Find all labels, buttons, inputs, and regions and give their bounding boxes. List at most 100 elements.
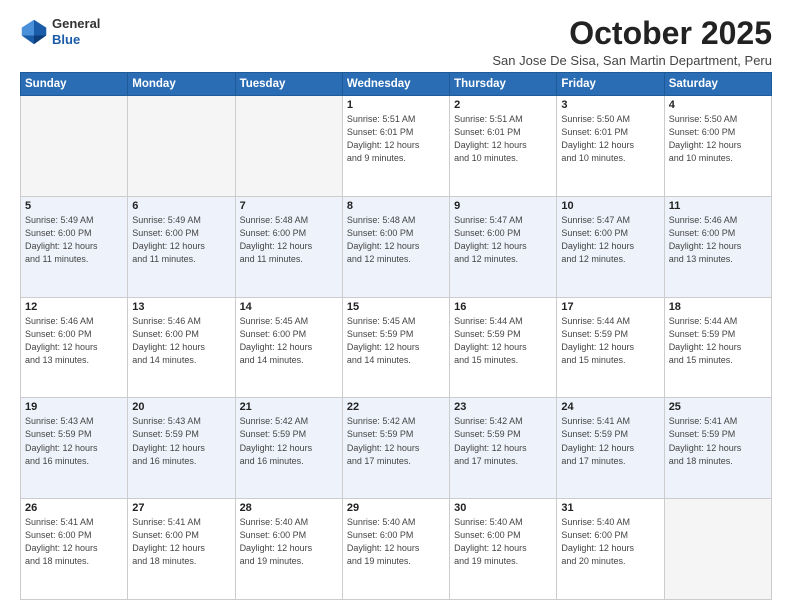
day-number: 2 xyxy=(454,99,552,111)
day-number: 17 xyxy=(561,301,659,313)
calendar-cell: 29 Sunrise: 5:40 AM Sunset: 6:00 PM Dayli… xyxy=(342,499,449,600)
calendar-cell: 1 Sunrise: 5:51 AM Sunset: 6:01 PM Daylig… xyxy=(342,96,449,197)
calendar-cell: 3Sunrise: 5:50 AM Sunset: 6:01 PM Daylig… xyxy=(557,96,664,197)
week-row-1: 1 Sunrise: 5:51 AM Sunset: 6:01 PM Daylig… xyxy=(21,96,772,197)
day-number: 11 xyxy=(669,200,767,212)
calendar-cell: 15Sunrise: 5:45 AM Sunset: 5:59 PM Dayli… xyxy=(342,297,449,398)
day-number: 4 xyxy=(669,99,767,111)
day-info: Sunrise: 5:47 AM Sunset: 6:00 PM Dayligh… xyxy=(454,214,552,266)
day-info: Sunrise: 5:42 AM Sunset: 5:59 PM Dayligh… xyxy=(454,415,552,467)
week-row-3: 12 Sunrise: 5:46 AM Sunset: 6:00 PM Dayli… xyxy=(21,297,772,398)
day-number: 28 xyxy=(240,502,338,514)
col-tuesday: Tuesday xyxy=(235,73,342,96)
day-number: 25 xyxy=(669,401,767,413)
calendar-cell: 13 Sunrise: 5:46 AM Sunset: 6:00 PM Dayli… xyxy=(128,297,235,398)
logo-blue-text: Blue xyxy=(52,32,100,48)
calendar-header-row: Sunday Monday Tuesday Wednesday Thursday… xyxy=(21,73,772,96)
day-number: 13 xyxy=(132,301,230,313)
day-info: Sunrise: 5:47 AM Sunset: 6:00 PM Dayligh… xyxy=(561,214,659,266)
day-info: Sunrise: 5:46 AM Sunset: 6:00 PM Dayligh… xyxy=(25,315,123,367)
day-info: Sunrise: 5:43 AM Sunset: 5:59 PM Dayligh… xyxy=(25,415,123,467)
day-info: Sunrise: 5:40 AM Sunset: 6:00 PM Dayligh… xyxy=(561,516,659,568)
calendar-cell: 11 Sunrise: 5:46 AM Sunset: 6:00 PM Dayli… xyxy=(664,196,771,297)
calendar-cell: 20Sunrise: 5:43 AM Sunset: 5:59 PM Dayli… xyxy=(128,398,235,499)
day-info: Sunrise: 5:44 AM Sunset: 5:59 PM Dayligh… xyxy=(669,315,767,367)
col-saturday: Saturday xyxy=(664,73,771,96)
day-number: 21 xyxy=(240,401,338,413)
calendar-cell: 4 Sunrise: 5:50 AM Sunset: 6:00 PM Daylig… xyxy=(664,96,771,197)
day-info: Sunrise: 5:42 AM Sunset: 5:59 PM Dayligh… xyxy=(240,415,338,467)
day-number: 29 xyxy=(347,502,445,514)
day-number: 6 xyxy=(132,200,230,212)
header: General Blue October 2025 San Jose De Si… xyxy=(20,16,772,68)
calendar-cell: 27 Sunrise: 5:41 AM Sunset: 6:00 PM Dayli… xyxy=(128,499,235,600)
calendar-cell: 28Sunrise: 5:40 AM Sunset: 6:00 PM Dayli… xyxy=(235,499,342,600)
logo-general-text: General xyxy=(52,16,100,32)
calendar-cell: 7 Sunrise: 5:48 AM Sunset: 6:00 PM Daylig… xyxy=(235,196,342,297)
day-info: Sunrise: 5:51 AM Sunset: 6:01 PM Dayligh… xyxy=(347,113,445,165)
day-info: Sunrise: 5:48 AM Sunset: 6:00 PM Dayligh… xyxy=(347,214,445,266)
day-number: 31 xyxy=(561,502,659,514)
day-info: Sunrise: 5:40 AM Sunset: 6:00 PM Dayligh… xyxy=(347,516,445,568)
day-number: 24 xyxy=(561,401,659,413)
day-number: 5 xyxy=(25,200,123,212)
day-info: Sunrise: 5:49 AM Sunset: 6:00 PM Dayligh… xyxy=(25,214,123,266)
col-thursday: Thursday xyxy=(450,73,557,96)
day-number: 7 xyxy=(240,200,338,212)
day-info: Sunrise: 5:41 AM Sunset: 5:59 PM Dayligh… xyxy=(669,415,767,467)
day-info: Sunrise: 5:44 AM Sunset: 5:59 PM Dayligh… xyxy=(561,315,659,367)
week-row-4: 19 Sunrise: 5:43 AM Sunset: 5:59 PM Dayli… xyxy=(21,398,772,499)
calendar-cell xyxy=(128,96,235,197)
calendar-cell: 19 Sunrise: 5:43 AM Sunset: 5:59 PM Dayli… xyxy=(21,398,128,499)
calendar-cell: 8 Sunrise: 5:48 AM Sunset: 6:00 PM Daylig… xyxy=(342,196,449,297)
calendar-cell: 31 Sunrise: 5:40 AM Sunset: 6:00 PM Dayli… xyxy=(557,499,664,600)
logo: General Blue xyxy=(20,16,100,47)
day-number: 23 xyxy=(454,401,552,413)
day-number: 30 xyxy=(454,502,552,514)
page: General Blue October 2025 San Jose De Si… xyxy=(0,0,792,612)
day-number: 1 xyxy=(347,99,445,111)
day-number: 22 xyxy=(347,401,445,413)
day-number: 16 xyxy=(454,301,552,313)
day-number: 12 xyxy=(25,301,123,313)
calendar-cell xyxy=(664,499,771,600)
calendar-cell: 6 Sunrise: 5:49 AM Sunset: 6:00 PM Daylig… xyxy=(128,196,235,297)
week-row-2: 5 Sunrise: 5:49 AM Sunset: 6:00 PM Daylig… xyxy=(21,196,772,297)
calendar-cell xyxy=(235,96,342,197)
day-number: 10 xyxy=(561,200,659,212)
day-info: Sunrise: 5:43 AM Sunset: 5:59 PM Dayligh… xyxy=(132,415,230,467)
day-info: Sunrise: 5:45 AM Sunset: 6:00 PM Dayligh… xyxy=(240,315,338,367)
day-number: 19 xyxy=(25,401,123,413)
day-number: 26 xyxy=(25,502,123,514)
day-number: 14 xyxy=(240,301,338,313)
day-info: Sunrise: 5:48 AM Sunset: 6:00 PM Dayligh… xyxy=(240,214,338,266)
day-number: 18 xyxy=(669,301,767,313)
day-info: Sunrise: 5:46 AM Sunset: 6:00 PM Dayligh… xyxy=(669,214,767,266)
day-number: 9 xyxy=(454,200,552,212)
calendar-cell: 14 Sunrise: 5:45 AM Sunset: 6:00 PM Dayli… xyxy=(235,297,342,398)
day-number: 8 xyxy=(347,200,445,212)
day-info: Sunrise: 5:41 AM Sunset: 6:00 PM Dayligh… xyxy=(25,516,123,568)
calendar-cell: 5 Sunrise: 5:49 AM Sunset: 6:00 PM Daylig… xyxy=(21,196,128,297)
day-info: Sunrise: 5:50 AM Sunset: 6:01 PM Dayligh… xyxy=(561,113,659,165)
logo-icon xyxy=(20,18,48,46)
calendar-cell: 9 Sunrise: 5:47 AM Sunset: 6:00 PM Daylig… xyxy=(450,196,557,297)
calendar-cell: 30 Sunrise: 5:40 AM Sunset: 6:00 PM Dayli… xyxy=(450,499,557,600)
col-friday: Friday xyxy=(557,73,664,96)
calendar-cell: 24 Sunrise: 5:41 AM Sunset: 5:59 PM Dayli… xyxy=(557,398,664,499)
day-info: Sunrise: 5:49 AM Sunset: 6:00 PM Dayligh… xyxy=(132,214,230,266)
day-info: Sunrise: 5:41 AM Sunset: 5:59 PM Dayligh… xyxy=(561,415,659,467)
day-info: Sunrise: 5:51 AM Sunset: 6:01 PM Dayligh… xyxy=(454,113,552,165)
day-info: Sunrise: 5:41 AM Sunset: 6:00 PM Dayligh… xyxy=(132,516,230,568)
calendar-cell: 16Sunrise: 5:44 AM Sunset: 5:59 PM Dayli… xyxy=(450,297,557,398)
day-info: Sunrise: 5:40 AM Sunset: 6:00 PM Dayligh… xyxy=(454,516,552,568)
calendar-cell: 18 Sunrise: 5:44 AM Sunset: 5:59 PM Dayli… xyxy=(664,297,771,398)
day-info: Sunrise: 5:42 AM Sunset: 5:59 PM Dayligh… xyxy=(347,415,445,467)
week-row-5: 26 Sunrise: 5:41 AM Sunset: 6:00 PM Dayli… xyxy=(21,499,772,600)
calendar-cell xyxy=(21,96,128,197)
day-number: 27 xyxy=(132,502,230,514)
calendar-cell: 25 Sunrise: 5:41 AM Sunset: 5:59 PM Dayli… xyxy=(664,398,771,499)
month-title: October 2025 xyxy=(492,16,772,51)
day-info: Sunrise: 5:46 AM Sunset: 6:00 PM Dayligh… xyxy=(132,315,230,367)
day-info: Sunrise: 5:50 AM Sunset: 6:00 PM Dayligh… xyxy=(669,113,767,165)
